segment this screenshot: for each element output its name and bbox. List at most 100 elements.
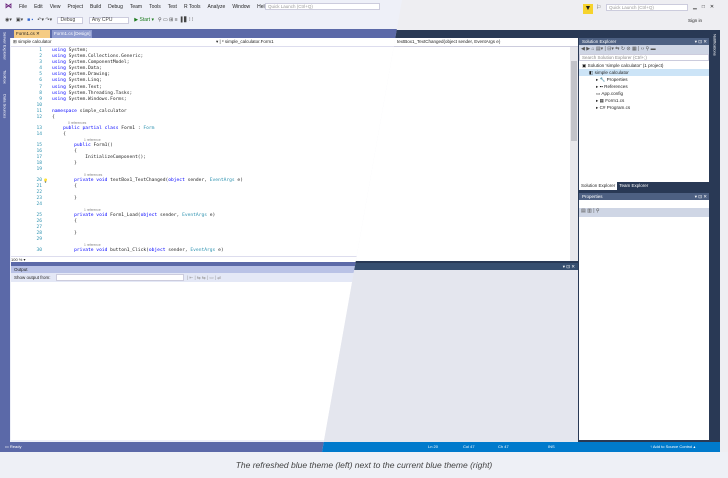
code-line: 30 private void button1_Click(object sen… bbox=[36, 247, 243, 254]
properties-toolbar[interactable]: ▤ ▥ | ⚲ bbox=[579, 208, 709, 217]
editor-scrollbar[interactable] bbox=[570, 47, 578, 261]
menu-analyze[interactable]: Analyze bbox=[208, 4, 226, 10]
close-icon[interactable]: ✕ bbox=[36, 31, 40, 36]
code-text: private void button1_Click(object sender… bbox=[74, 247, 224, 253]
menu-tools[interactable]: Tools bbox=[149, 4, 161, 10]
menu-build[interactable]: Build bbox=[90, 4, 101, 10]
code-text: } bbox=[52, 160, 77, 166]
code-text: using System.Windows.Forms; bbox=[52, 96, 127, 102]
add-to-source-control-button[interactable]: ↑ Add to Source Control ▴ bbox=[650, 442, 695, 452]
code-editor[interactable]: 1 using System; 2 using System.Collections.… bbox=[11, 47, 411, 256]
code-text: } bbox=[52, 195, 77, 201]
project-dropdown[interactable]: ⊞ simple calculator bbox=[13, 39, 213, 45]
save-icon[interactable]: ■ ▪ bbox=[27, 17, 33, 23]
solution-search-input[interactable]: Search Solution Explorer (Ctrl+;) bbox=[579, 54, 709, 61]
code-text: { bbox=[52, 218, 77, 224]
tab-solution-explorer[interactable]: Solution Explorer bbox=[579, 182, 618, 190]
menu-view[interactable]: View bbox=[50, 4, 61, 10]
code-text: public Form1() bbox=[74, 142, 113, 148]
menu-file[interactable]: File bbox=[19, 4, 27, 10]
new-project-icon[interactable]: ▣▾ bbox=[16, 17, 23, 23]
code-text: { bbox=[52, 131, 66, 137]
solution-tree-item[interactable]: ▸ ▦ Form1.cs bbox=[579, 97, 709, 104]
start-button[interactable]: ▶ Start ▾ bbox=[134, 17, 154, 23]
tree-node-icon: ▸ C# bbox=[596, 105, 607, 110]
tool-window-tab[interactable]: Server Explorer bbox=[3, 32, 8, 60]
tree-node-icon: ▸ 🔧 bbox=[596, 77, 607, 82]
tab-team-explorer[interactable]: Team Explorer bbox=[617, 183, 650, 188]
quick-launch-input-right[interactable]: Quick Launch (Ctrl+Q) bbox=[606, 4, 688, 11]
line-number: 24 bbox=[36, 201, 42, 207]
menu-window[interactable]: Window bbox=[232, 4, 250, 10]
menu-r-tools[interactable]: R Tools bbox=[184, 4, 201, 10]
config-select[interactable]: Debug bbox=[57, 17, 84, 24]
tool-window-tab[interactable]: Notifications bbox=[713, 34, 718, 56]
feedback-filter-icon[interactable]: ▼ bbox=[583, 4, 593, 14]
code-text: namespace simple_calculator bbox=[52, 108, 127, 114]
undo-icon[interactable]: ↶▾ ↷▾ bbox=[37, 17, 52, 23]
tree-node-icon: ▸ ▪▪ bbox=[596, 84, 605, 89]
menu-team[interactable]: Team bbox=[130, 4, 142, 10]
code-text: using System.Data; bbox=[52, 66, 102, 72]
tool-window-tab[interactable]: Data Sources bbox=[3, 94, 8, 118]
solution-explorer-toolbar[interactable]: ◀ ▶ ⌂ ▤▾ | ⊟▾ ⇆ ↻ ⊘ ▦ | ‹› ⚲ ▬ bbox=[579, 45, 709, 54]
output-toolbar: Show output from: | ⇤ | ⇆ ⇆ | ▭ | ⇌ bbox=[11, 273, 411, 282]
code-line: 29 bbox=[36, 237, 243, 243]
navigation-bar: ⊞ simple calculator ▾ | ᵒ simple_calcula… bbox=[11, 38, 411, 47]
tool-window-tab[interactable]: Toolbox bbox=[3, 70, 8, 84]
sign-in-link[interactable]: Sign in bbox=[688, 18, 702, 23]
solution-tree-item[interactable]: ◧ simple calculator bbox=[579, 69, 709, 76]
line-number: 29 bbox=[36, 237, 42, 242]
notifications-icon[interactable]: ⚐ bbox=[596, 4, 601, 11]
caption: The refreshed blue theme (left) next to … bbox=[235, 460, 493, 470]
show-output-label: Show output from: bbox=[14, 275, 51, 280]
code-text: using System.Collections.Generic; bbox=[52, 54, 144, 60]
solution-tree-item[interactable]: ▣ Solution 'simple calculator' (1 projec… bbox=[579, 62, 709, 69]
platform-select[interactable]: Any CPU bbox=[88, 17, 129, 24]
status-char: Ch 47 bbox=[498, 444, 509, 449]
code-text: InitializeComponent(); bbox=[52, 154, 147, 160]
properties-grid[interactable] bbox=[579, 217, 709, 440]
toolbar-icons[interactable]: ⚲ ▭ ⊞ ≡ ▐ ▋ ⁞ ⁞ bbox=[158, 17, 193, 23]
output-toolbar-icons[interactable]: | ⇤ | ⇆ ⇆ | ▭ | ⇌ bbox=[187, 273, 221, 282]
code-text: public partial class Form1 : Form bbox=[63, 125, 155, 131]
status-bar-right: Ln 20 Col 47 Ch 47 INS ↑ Add to Source C… bbox=[322, 442, 720, 452]
line-number: 12 bbox=[36, 115, 42, 121]
code-text: { bbox=[52, 183, 77, 189]
code-text: using System.Drawing; bbox=[52, 72, 111, 78]
code-text: private void textBox1_TextChanged(object… bbox=[74, 177, 243, 183]
solution-tree-item[interactable]: ▸ C# Program.cs bbox=[579, 104, 709, 111]
class-dropdown[interactable]: ▾ | ᵒ simple_calculator.Form1 bbox=[216, 39, 406, 45]
vs-logo-icon: ⋈ bbox=[5, 3, 12, 10]
output-source-select[interactable] bbox=[56, 274, 184, 281]
solution-tree-item[interactable]: ▸ ▪▪ References bbox=[579, 83, 709, 90]
lightbulb-icon[interactable]: 💡 bbox=[43, 178, 48, 184]
solution-explorer-title: Solution Explorer ▾ ⊡ ✕ bbox=[579, 38, 709, 45]
menu-test[interactable]: Test bbox=[168, 4, 177, 10]
code-text: } bbox=[52, 230, 77, 236]
back-icon[interactable]: ◉▾ bbox=[5, 17, 12, 23]
code-line: 14 { bbox=[36, 131, 243, 138]
solution-tree-item[interactable]: ▸ 🔧 Properties bbox=[579, 76, 709, 83]
properties-object-select[interactable] bbox=[579, 200, 709, 208]
code-text: using System.ComponentModel; bbox=[52, 60, 130, 66]
properties-title: Properties ▾ ⊡ ✕ bbox=[579, 193, 709, 200]
line-number: 19 bbox=[36, 166, 42, 172]
line-number: 14 bbox=[36, 131, 42, 137]
code-text: private void Form1_Load(object sender, E… bbox=[74, 212, 216, 218]
menu-debug[interactable]: Debug bbox=[108, 4, 123, 10]
tab-form1-cs[interactable]: Form1.cs ✕ bbox=[14, 30, 50, 38]
explorer-tabs: Solution Explorer Team Explorer bbox=[579, 182, 709, 190]
status-ins: INS bbox=[548, 444, 555, 449]
solution-tree-item[interactable]: ▭ App.config bbox=[579, 90, 709, 97]
code-line: 12 { bbox=[36, 115, 243, 121]
status-line: Ln 20 bbox=[428, 444, 439, 449]
left-tool-strip: Server Explorer Toolbox Data Sources bbox=[0, 29, 10, 442]
toolbar: ◉▾ ▣▾ ■ ▪ ↶▾ ↷▾ Debug Any CPU ▶ Start ▾ ⚲ ▭ … bbox=[5, 17, 197, 24]
quick-launch-input[interactable]: Quick Launch (Ctrl+Q) bbox=[265, 3, 380, 10]
window-controls[interactable]: ▁□✕ bbox=[693, 4, 719, 10]
menu-edit[interactable]: Edit bbox=[34, 4, 43, 10]
menu-project[interactable]: Project bbox=[67, 4, 83, 10]
code-text: { bbox=[52, 115, 55, 121]
tab-form1-design[interactable]: Form1.cs [Design] bbox=[52, 30, 92, 38]
